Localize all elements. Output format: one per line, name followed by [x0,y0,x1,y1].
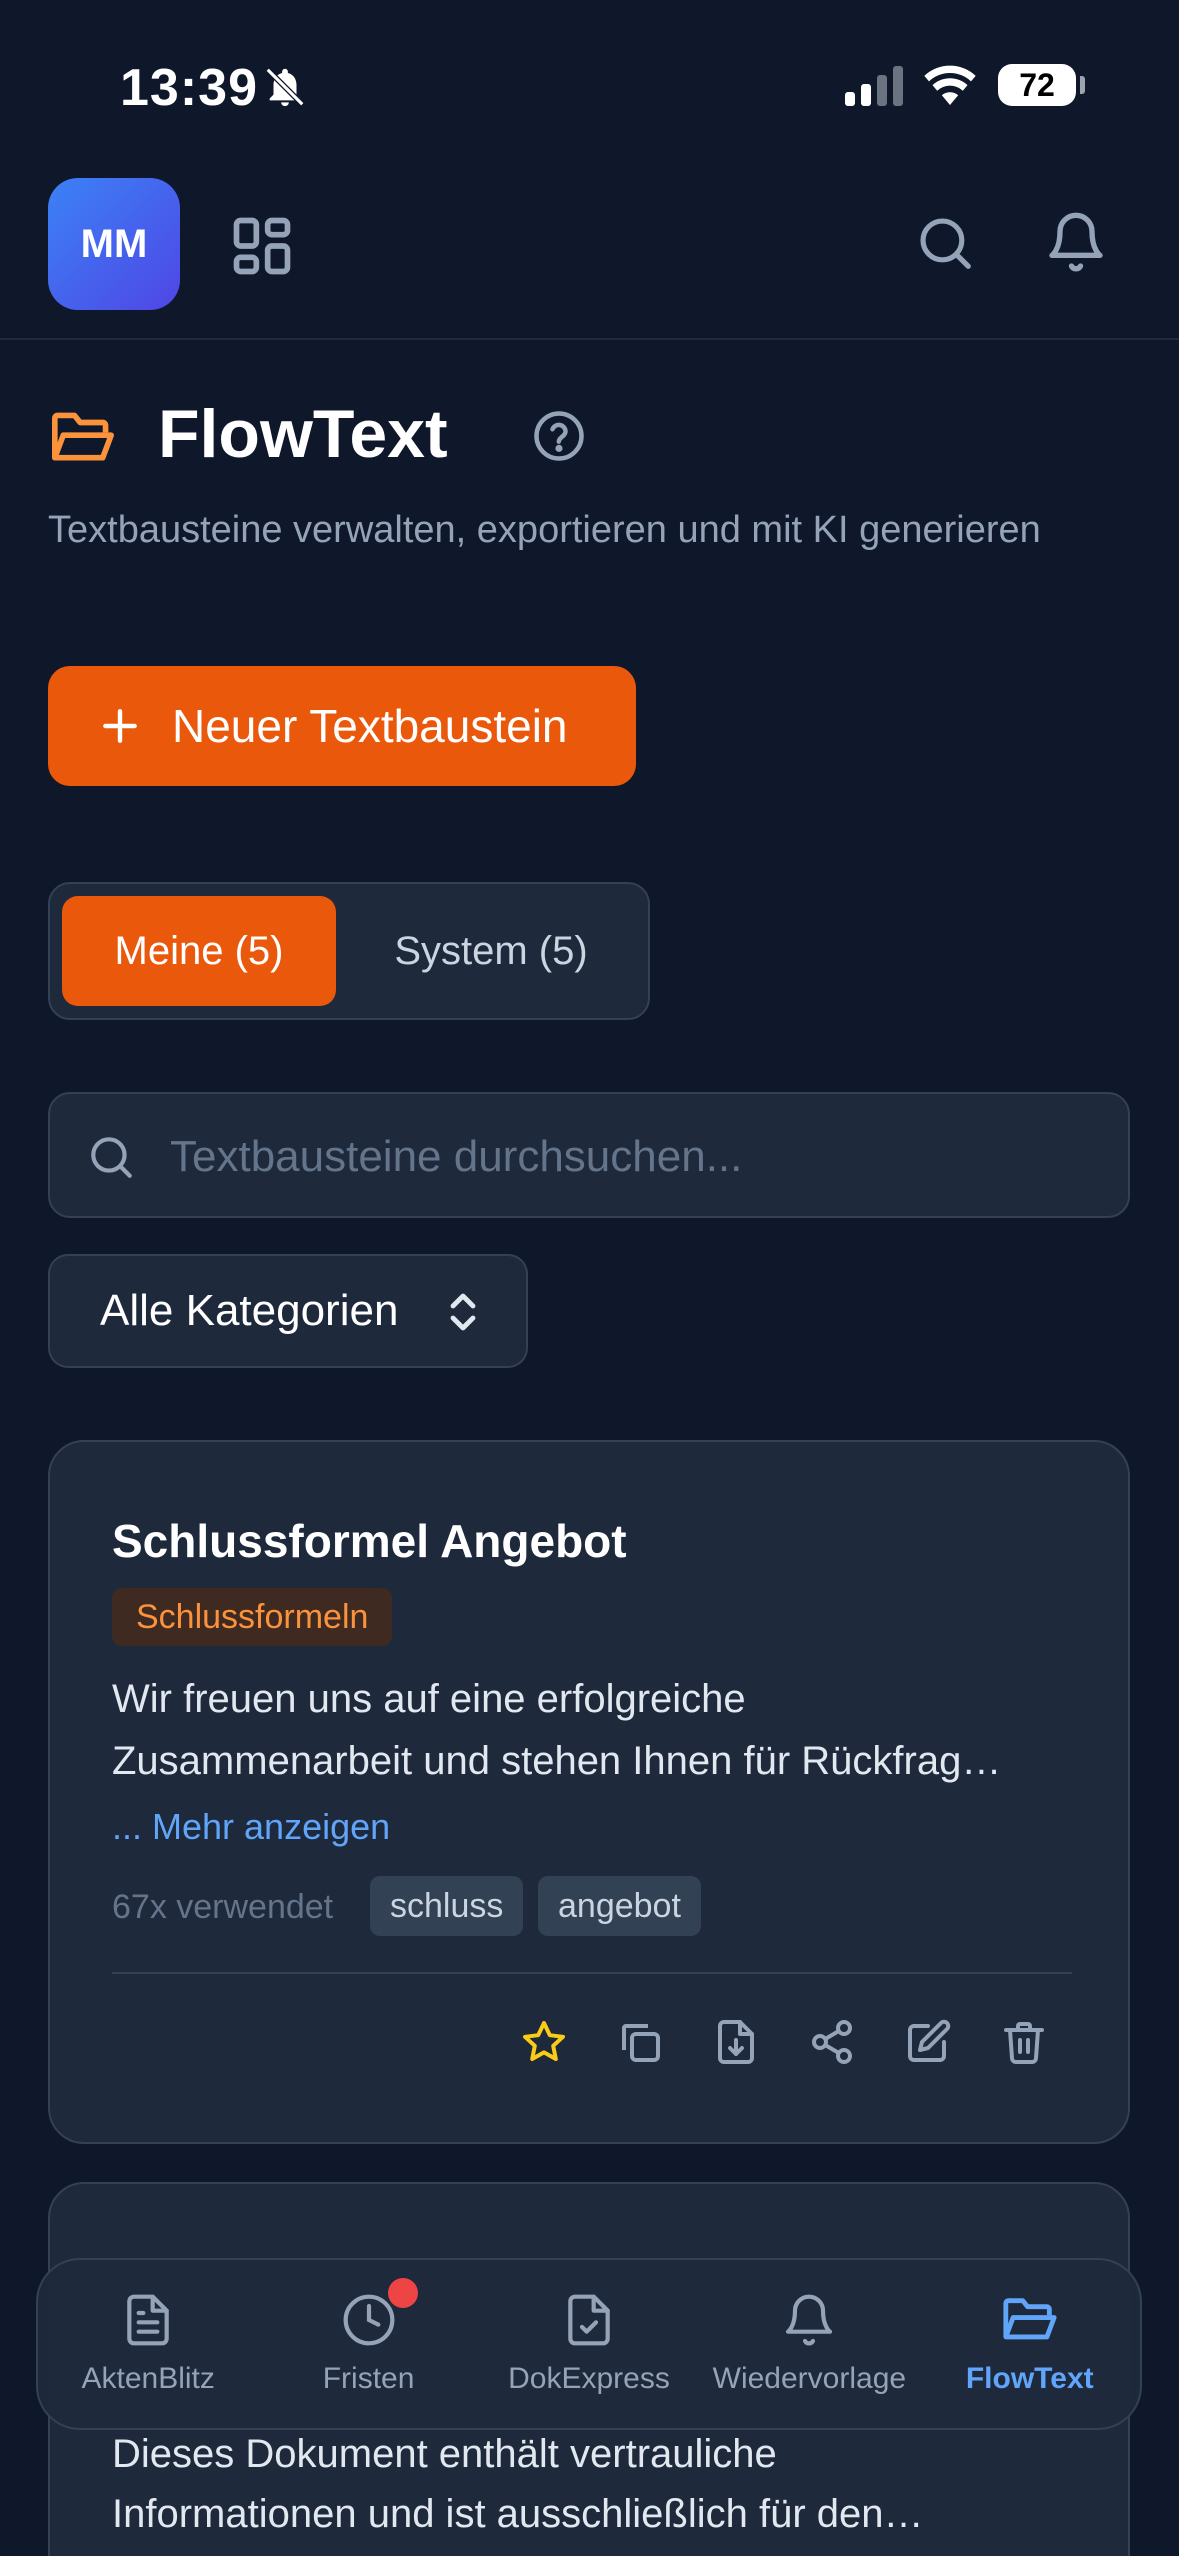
battery-tip [1080,76,1085,94]
bell-off-icon [265,67,305,107]
help-icon[interactable] [532,409,586,463]
new-textbaustein-button[interactable]: Neuer Textbaustein [48,666,636,786]
tag: schluss [370,1876,524,1936]
battery-indicator: 72 [998,64,1076,106]
share-icon[interactable] [808,2018,856,2066]
tab-meine[interactable]: Meine (5) [62,896,336,1006]
status-bar: 13:39 72 [0,0,1179,170]
avatar[interactable]: MM [48,178,180,310]
folder-open-icon [52,412,114,461]
tag: angebot [538,1876,701,1936]
new-button-label: Neuer Textbaustein [172,700,568,752]
search-input[interactable] [170,1114,1090,1200]
show-more-link[interactable]: ... Mehr anzeigen [112,1806,390,1848]
card-preview-text: Dieses Dokument enthält vertrauliche Inf… [112,2424,1072,2544]
card-text-line: Dieses Dokument enthält vertrauliche [112,2432,777,2476]
chevron-up-down-icon [450,1293,476,1331]
nav-label: DokExpress [508,2362,670,2395]
edit-icon[interactable] [904,2018,952,2066]
trash-icon[interactable] [1000,2018,1048,2066]
grid-icon[interactable] [228,212,296,280]
star-icon[interactable] [520,2018,568,2066]
card-text-line: Zusammenarbeit und stehen Ihnen für Rück… [112,1739,1002,1783]
wifi-icon [924,65,976,105]
search-box [48,1092,1130,1218]
nav-label: Wiedervorlage [712,2362,907,2395]
card-actions [520,2018,1048,2066]
tab-system[interactable]: System (5) [346,896,636,1006]
nav-item-aktenblitz[interactable]: AktenBlitz [43,2292,253,2396]
bell-icon [786,2294,833,2346]
card-divider [112,1972,1072,1974]
document-check-icon [568,2294,610,2346]
nav-item-dokexpress[interactable]: DokExpress [484,2292,694,2396]
document-icon [127,2294,169,2346]
nav-item-flowtext[interactable]: FlowText [925,2292,1135,2396]
bell-icon[interactable] [1044,210,1108,274]
usage-count: 67x verwendet [112,1888,334,1926]
export-icon[interactable] [712,2018,760,2066]
page-subtitle: Textbausteine verwalten, exportieren und… [48,509,1041,551]
clock-icon [343,2294,395,2346]
search-icon [91,1137,132,1178]
plus-icon [103,709,137,743]
search-icon[interactable] [914,212,976,274]
bottom-nav: AktenBlitz Fristen DokExpress Wiedervorl… [36,2258,1142,2430]
category-badge: Schlussformeln [112,1588,393,1646]
tab-group: Meine (5) System (5) [48,882,650,1020]
nav-item-wiedervorlage[interactable]: Wiedervorlage [704,2292,914,2396]
card-title: Schlussformel Angebot [112,1515,627,1567]
category-select[interactable]: Alle Kategorien [48,1254,528,1368]
textbaustein-card[interactable]: Schlussformel Angebot Schlussformeln Wir… [48,1440,1130,2144]
card-text-line: Wir freuen uns auf eine erfolgreiche [112,1677,746,1721]
card-text-line: Informationen und ist ausschließlich für… [112,2492,924,2536]
folder-open-icon [1003,2298,1057,2340]
nav-item-fristen[interactable]: Fristen [264,2278,474,2396]
status-time: 13:39 [120,59,258,117]
card-preview-text: Wir freuen uns auf eine erfolgreiche Zus… [112,1668,1072,1792]
nav-label: Fristen [322,2362,415,2395]
nav-label: AktenBlitz [81,2362,215,2395]
top-nav: MM [0,170,1179,340]
notification-badge [387,2278,418,2308]
copy-icon[interactable] [616,2018,664,2066]
category-select-value: Alle Kategorien [100,1286,399,1335]
signal-icon [845,66,903,106]
page-title: FlowText [158,396,448,472]
nav-label: FlowText [965,2362,1094,2395]
